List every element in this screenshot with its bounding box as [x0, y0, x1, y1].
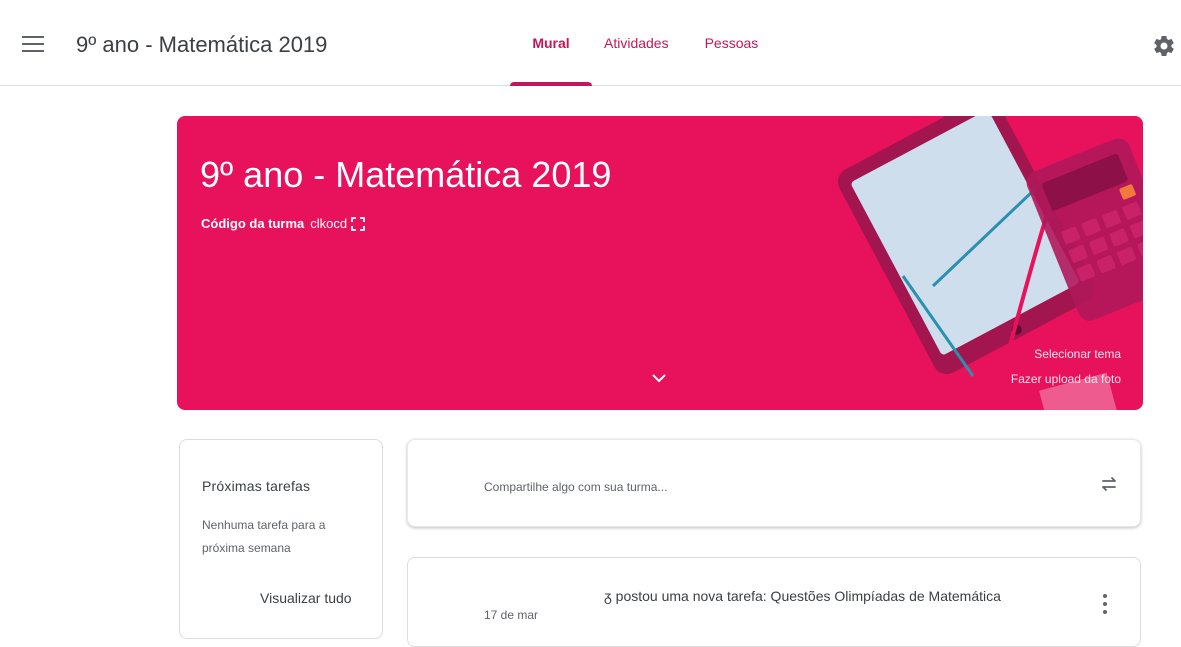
post-text[interactable]: ᵹ postou uma nova tarefa: Questões Olimp…	[604, 588, 1001, 604]
view-all-link[interactable]: Visualizar tudo	[260, 590, 352, 606]
tab-pessoas[interactable]: Pessoas	[705, 0, 759, 86]
stream-post[interactable]: ᵹ postou uma nova tarefa: Questões Olimp…	[407, 557, 1141, 647]
banner-class-title: 9º ano - Matemática 2019	[200, 154, 612, 195]
hamburger-menu-icon[interactable]	[22, 36, 44, 54]
top-app-bar: 9º ano - Matemática 2019 Mural Atividade…	[0, 0, 1181, 86]
class-code: Código da turma clkocd	[201, 216, 366, 231]
select-theme-link[interactable]: Selecionar tema	[1034, 347, 1121, 361]
chevron-down-icon[interactable]	[651, 371, 667, 383]
tab-mural[interactable]: Mural	[510, 0, 592, 86]
tab-mural-label: Mural	[532, 35, 570, 51]
upcoming-title: Próximas tarefas	[202, 478, 311, 494]
upcoming-work-card: Próximas tarefas Nenhuma tarefa para a p…	[179, 439, 383, 639]
active-tab-indicator	[510, 82, 592, 86]
repost-icon[interactable]	[1098, 473, 1120, 495]
share-box[interactable]: Compartilhe algo com sua turma...	[407, 439, 1141, 527]
tab-pessoas-label: Pessoas	[704, 35, 759, 51]
class-code-label: Código da turma	[201, 216, 305, 231]
class-banner: 9º ano - Matemática 2019 Código da turma…	[177, 116, 1143, 410]
fullscreen-icon[interactable]	[351, 216, 366, 231]
upload-photo-link[interactable]: Fazer upload da foto	[1011, 372, 1121, 386]
post-date: 17 de mar	[484, 608, 539, 622]
share-input[interactable]: Compartilhe algo com sua turma...	[484, 480, 667, 494]
class-code-value: clkocd	[310, 216, 348, 231]
upcoming-empty-text: Nenhuma tarefa para a próxima semana	[202, 518, 326, 555]
gear-icon[interactable]	[1152, 34, 1176, 58]
math-illustration	[837, 116, 1143, 410]
class-title[interactable]: 9º ano - Matemática 2019	[76, 32, 327, 58]
tab-bar: Mural Atividades Pessoas	[510, 0, 794, 86]
tab-atividades-label: Atividades	[604, 35, 669, 51]
more-options-icon[interactable]	[1102, 594, 1108, 614]
tab-atividades[interactable]: Atividades	[604, 0, 669, 86]
